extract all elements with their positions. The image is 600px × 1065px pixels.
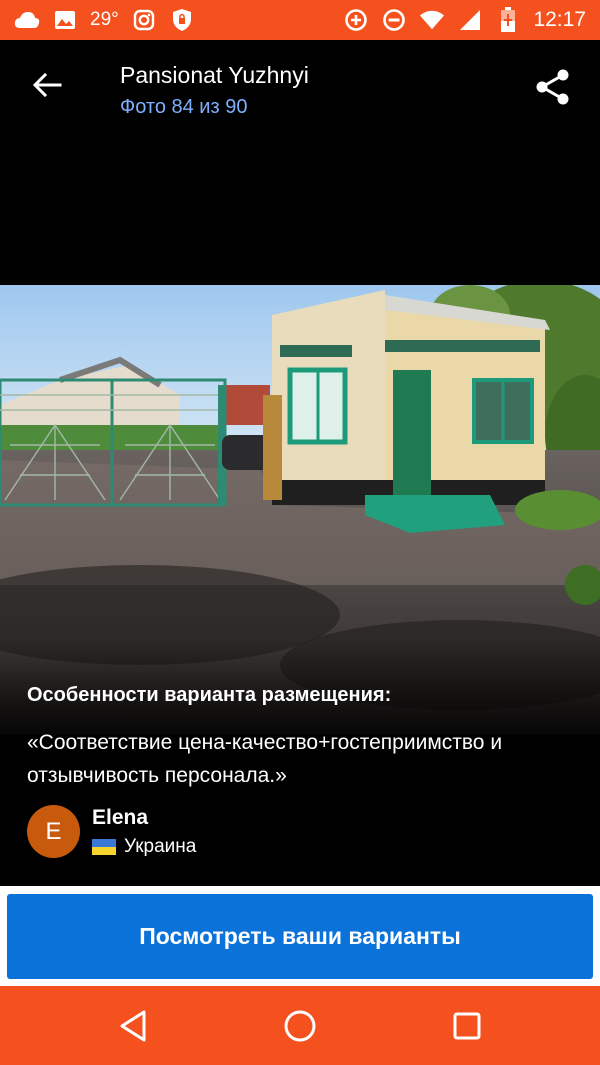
cloud-icon bbox=[14, 7, 40, 33]
back-nav-icon bbox=[120, 1010, 146, 1042]
view-options-label: Посмотреть ваши варианты bbox=[139, 923, 461, 949]
wifi-icon bbox=[419, 7, 445, 33]
photo-counter: Фото 84 из 90 bbox=[120, 96, 248, 118]
page-title: Pansionat Yuzhnyi bbox=[120, 62, 309, 88]
arrow-back-icon bbox=[32, 72, 62, 98]
system-nav-bar bbox=[0, 986, 600, 1065]
avatar-initial: E bbox=[45, 817, 62, 845]
features-heading: Особенности варианта размещения: bbox=[27, 684, 392, 706]
nav-back-button[interactable] bbox=[113, 1006, 153, 1046]
review-quote: «Соответствие цена-качество+гостеприимст… bbox=[27, 731, 503, 787]
nav-recents-button[interactable] bbox=[447, 1006, 487, 1046]
reviewer-avatar: E bbox=[27, 805, 80, 858]
temperature-text: 29° bbox=[90, 9, 119, 30]
reviewer-country: Украина bbox=[92, 836, 196, 858]
app-bar: Pansionat Yuzhnyi Фото 84 из 90 bbox=[0, 40, 600, 132]
reviewer-name: Elena bbox=[92, 806, 149, 829]
battery-charging-icon bbox=[495, 7, 521, 33]
bottom-panel: Посмотреть ваши варианты bbox=[0, 886, 600, 986]
home-nav-icon bbox=[284, 1010, 316, 1042]
data-saver-icon bbox=[343, 7, 369, 33]
status-bar: 29° 12:17 bbox=[0, 0, 600, 40]
back-button[interactable] bbox=[24, 62, 70, 108]
image-icon bbox=[52, 7, 78, 33]
do-not-disturb-icon bbox=[381, 7, 407, 33]
share-icon bbox=[536, 69, 569, 105]
share-button[interactable] bbox=[530, 64, 576, 110]
instagram-icon bbox=[131, 7, 157, 33]
signal-icon bbox=[457, 7, 483, 33]
clock-text: 12:17 bbox=[533, 8, 586, 31]
recents-nav-icon bbox=[453, 1012, 481, 1040]
view-options-button[interactable]: Посмотреть ваши варианты bbox=[7, 894, 593, 979]
shield-icon bbox=[169, 7, 195, 33]
reviewer-country-label: Украина bbox=[124, 836, 197, 857]
nav-home-button[interactable] bbox=[280, 1006, 320, 1046]
ukraine-flag-icon bbox=[92, 839, 116, 855]
